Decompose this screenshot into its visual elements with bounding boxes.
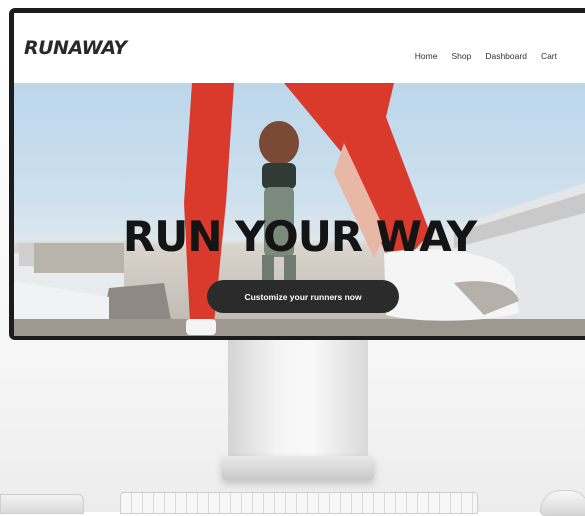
nav-home-link[interactable]: Home [415, 51, 438, 61]
main-nav: Home Shop Dashboard Cart [415, 51, 557, 61]
website-screen: RUNAWAY Home Shop Dashboard Cart RUN YOU… [14, 13, 585, 336]
nav-shop-link[interactable]: Shop [451, 51, 471, 61]
monitor-stand-base [222, 456, 374, 480]
brand-logo[interactable]: RUNAWAY [24, 37, 127, 59]
monitor: RUNAWAY Home Shop Dashboard Cart RUN YOU… [9, 8, 585, 340]
customize-runners-button[interactable]: Customize your runners now [207, 280, 399, 313]
nav-cart-link[interactable]: Cart [541, 51, 557, 61]
mouse [540, 490, 585, 516]
monitor-stand [228, 340, 368, 458]
hero-headline: RUN YOUR WAY [122, 212, 477, 261]
site-header: RUNAWAY Home Shop Dashboard Cart [14, 13, 585, 83]
trackpad [0, 494, 84, 514]
hero-banner: RUN YOUR WAY Customize your runners now [14, 83, 585, 336]
keyboard [120, 492, 478, 514]
nav-dashboard-link[interactable]: Dashboard [485, 51, 527, 61]
